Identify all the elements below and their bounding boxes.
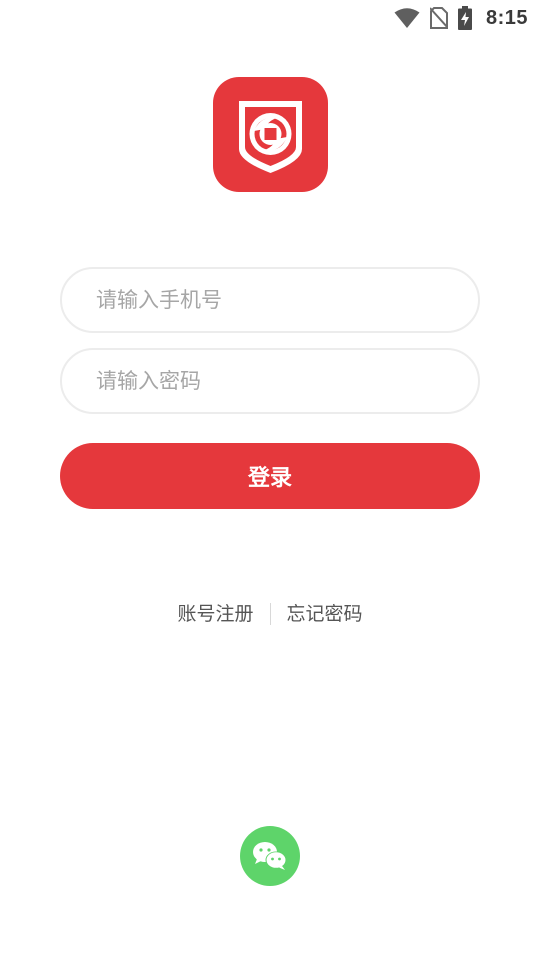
wechat-icon bbox=[253, 842, 287, 870]
password-input[interactable] bbox=[94, 368, 458, 394]
battery-charging-icon bbox=[457, 6, 472, 30]
account-links: 账号注册 忘记密码 bbox=[0, 600, 540, 628]
login-button-label: 登录 bbox=[247, 466, 292, 491]
login-button[interactable]: 登录 bbox=[60, 443, 480, 509]
register-link[interactable]: 账号注册 bbox=[177, 600, 253, 628]
shield-logo-icon bbox=[239, 101, 302, 173]
password-field[interactable] bbox=[60, 348, 480, 414]
login-screen: 8:15 登录 账号注册 忘记密码 bbox=[0, 0, 540, 960]
no-sim-icon bbox=[429, 7, 448, 29]
link-divider bbox=[269, 603, 271, 625]
wifi-icon bbox=[394, 7, 420, 29]
wechat-login-button[interactable] bbox=[240, 826, 300, 886]
forgot-password-link[interactable]: 忘记密码 bbox=[287, 600, 363, 628]
phone-field[interactable] bbox=[60, 267, 480, 333]
status-time: 8:15 bbox=[485, 6, 528, 29]
status-bar: 8:15 bbox=[0, 0, 540, 36]
phone-input[interactable] bbox=[94, 287, 458, 313]
status-icons: 8:15 bbox=[394, 6, 528, 30]
app-logo bbox=[213, 77, 328, 192]
